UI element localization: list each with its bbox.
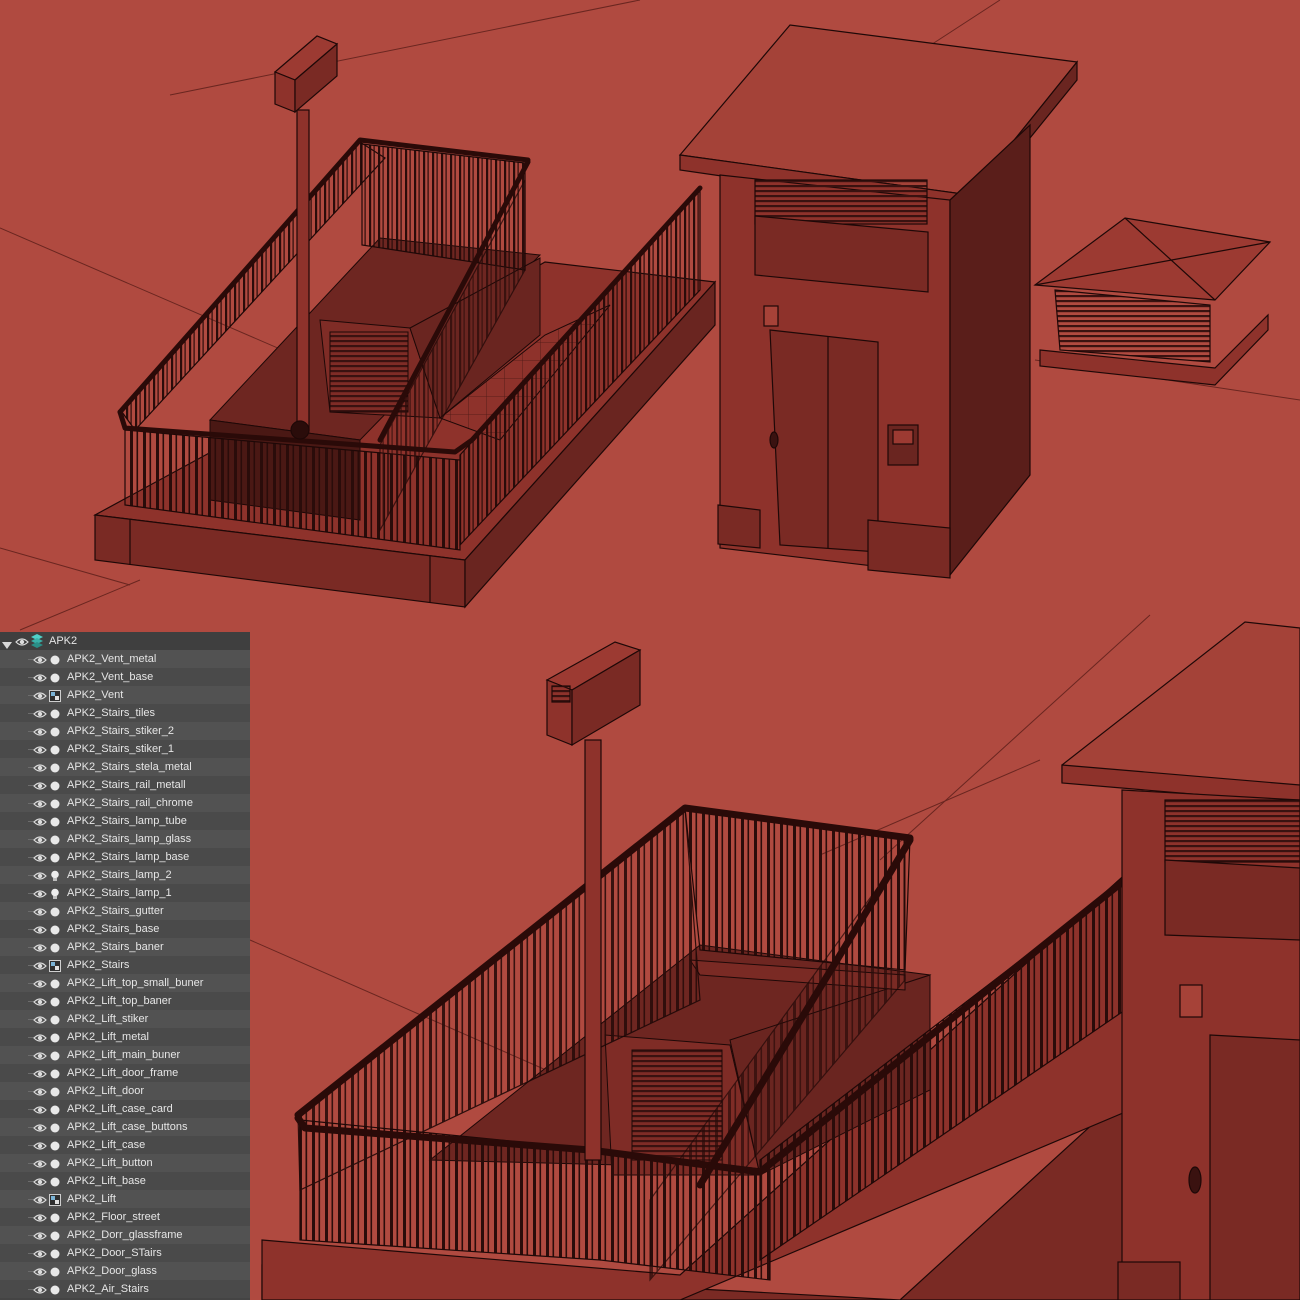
- outliner-item-label: APK2_Stairs_stiker_2: [67, 725, 174, 737]
- outliner-item-label: APK2_Lift_base: [67, 1175, 146, 1187]
- outliner-item-label: APK2_Stairs_lamp_tube: [67, 815, 187, 827]
- outliner-item[interactable]: APK2_Stairs_stiker_2: [0, 722, 250, 740]
- outliner-item-label: APK2_Door_STairs: [67, 1247, 162, 1259]
- outliner-item[interactable]: APK2_Floor_street: [0, 1208, 250, 1226]
- outliner-item-label: APK2_Stairs_lamp_2: [67, 869, 172, 881]
- outliner-item[interactable]: APK2_Lift_case: [0, 1136, 250, 1154]
- bottom-view: [249, 614, 1300, 1300]
- outliner-item[interactable]: APK2_Stairs_rail_chrome: [0, 794, 250, 812]
- outliner-root-row[interactable]: APK2: [0, 632, 250, 650]
- outliner-item-label: APK2_Stairs_rail_chrome: [67, 797, 193, 809]
- outliner-item-label: APK2_Lift_top_baner: [67, 995, 172, 1007]
- outliner-item[interactable]: APK2_Stairs_lamp_2: [0, 866, 250, 884]
- outliner-item[interactable]: APK2_Vent_metal: [0, 650, 250, 668]
- outliner-item[interactable]: APK2_Dorr_glassframe: [0, 1226, 250, 1244]
- outliner-item-label: APK2_Stairs_base: [67, 923, 160, 935]
- outliner-item-label: APK2_Lift_case_card: [67, 1103, 173, 1115]
- top-view: [0, 0, 1300, 631]
- outliner-item[interactable]: APK2_Lift_base: [0, 1172, 250, 1190]
- outliner-item[interactable]: APK2_Stairs_tiles: [0, 704, 250, 722]
- outliner-item-label: APK2_Stairs_baner: [67, 941, 164, 953]
- outliner-item[interactable]: APK2_Lift_case_card: [0, 1100, 250, 1118]
- eye-icon[interactable]: [33, 1283, 47, 1300]
- outliner-item[interactable]: APK2_Vent_base: [0, 668, 250, 686]
- outliner-item[interactable]: APK2_Stairs_lamp_1: [0, 884, 250, 902]
- outliner-item-label: APK2_Lift_door: [67, 1085, 145, 1097]
- outliner-item-label: APK2_Stairs_tiles: [67, 707, 156, 719]
- outliner-item[interactable]: APK2_Stairs_lamp_base: [0, 848, 250, 866]
- outliner-item-label: APK2_Stairs: [67, 959, 130, 971]
- outliner-root-label: APK2: [49, 635, 78, 647]
- outliner-item-label: APK2_Stairs_lamp_base: [67, 851, 190, 863]
- outliner-item[interactable]: APK2_Lift_main_buner: [0, 1046, 250, 1064]
- outliner-item[interactable]: APK2_Lift_button: [0, 1154, 250, 1172]
- outliner-item[interactable]: APK2_Stairs_gutter: [0, 902, 250, 920]
- outliner-item-label: APK2_Lift_top_small_buner: [67, 977, 204, 989]
- outliner-item-label: APK2_Stairs_lamp_1: [67, 887, 172, 899]
- outliner-item[interactable]: APK2_Lift_top_baner: [0, 992, 250, 1010]
- outliner-item[interactable]: APK2_Stairs_stiker_1: [0, 740, 250, 758]
- outliner-item[interactable]: APK2_Lift_stiker: [0, 1010, 250, 1028]
- outliner-item[interactable]: APK2_Lift_door: [0, 1082, 250, 1100]
- outliner-item-label: APK2_Lift_case: [67, 1139, 146, 1151]
- outliner-item-label: APK2_Lift_main_buner: [67, 1049, 181, 1061]
- outliner-item-label: APK2_Dorr_glassframe: [67, 1229, 183, 1241]
- outliner-item[interactable]: APK2_Lift_door_frame: [0, 1064, 250, 1082]
- outliner-item[interactable]: APK2_Lift_top_small_buner: [0, 974, 250, 992]
- outliner-item[interactable]: APK2_Air_Stairs: [0, 1280, 250, 1298]
- outliner-item[interactable]: APK2_Stairs_rail_metall: [0, 776, 250, 794]
- outliner-item-label: APK2_Lift: [67, 1193, 116, 1205]
- outliner-item-label: APK2_Vent_base: [67, 671, 154, 683]
- outliner-item-label: APK2_Air_Stairs: [67, 1283, 149, 1295]
- outliner-item[interactable]: APK2_Stairs_lamp_glass: [0, 830, 250, 848]
- outliner-item[interactable]: APK2_Stairs: [0, 956, 250, 974]
- outliner-item[interactable]: APK2_Vent: [0, 686, 250, 704]
- outliner-item-label: APK2_Vent_metal: [67, 653, 157, 665]
- outliner-item[interactable]: APK2_Door_STairs: [0, 1244, 250, 1262]
- outliner-panel[interactable]: APK2 APK2_Vent_metal APK2_Vent_base APK2_Ve…: [0, 632, 250, 1300]
- outliner-item-label: APK2_Stairs_stela_metal: [67, 761, 192, 773]
- outliner-item-label: APK2_Floor_street: [67, 1211, 160, 1223]
- outliner-item[interactable]: APK2_Lift_metal: [0, 1028, 250, 1046]
- outliner-item-label: APK2_Lift_door_frame: [67, 1067, 179, 1079]
- outliner-item[interactable]: APK2_Lift_case_buttons: [0, 1118, 250, 1136]
- outliner-item-label: APK2_Lift_case_buttons: [67, 1121, 188, 1133]
- outliner-item-label: APK2_Lift_metal: [67, 1031, 149, 1043]
- outliner-item[interactable]: APK2_Stairs_base: [0, 920, 250, 938]
- outliner-item-label: APK2_Lift_button: [67, 1157, 153, 1169]
- outliner-item-label: APK2_Stairs_stiker_1: [67, 743, 174, 755]
- outliner-item[interactable]: APK2_Door_glass: [0, 1262, 250, 1280]
- outliner-item-label: APK2_Vent: [67, 689, 124, 701]
- sphere-icon: [49, 1283, 61, 1300]
- outliner-item[interactable]: APK2_Stairs_baner: [0, 938, 250, 956]
- outliner-item-label: APK2_Stairs_lamp_glass: [67, 833, 192, 845]
- outliner-item-label: APK2_Lift_stiker: [67, 1013, 149, 1025]
- outliner-item[interactable]: APK2_Stairs_lamp_tube: [0, 812, 250, 830]
- outliner-item-label: APK2_Door_glass: [67, 1265, 157, 1277]
- outliner-item-label: APK2_Stairs_gutter: [67, 905, 164, 917]
- outliner-item[interactable]: APK2_Stairs_stela_metal: [0, 758, 250, 776]
- outliner-item[interactable]: APK2_Lift: [0, 1190, 250, 1208]
- outliner-item-label: APK2_Stairs_rail_metall: [67, 779, 186, 791]
